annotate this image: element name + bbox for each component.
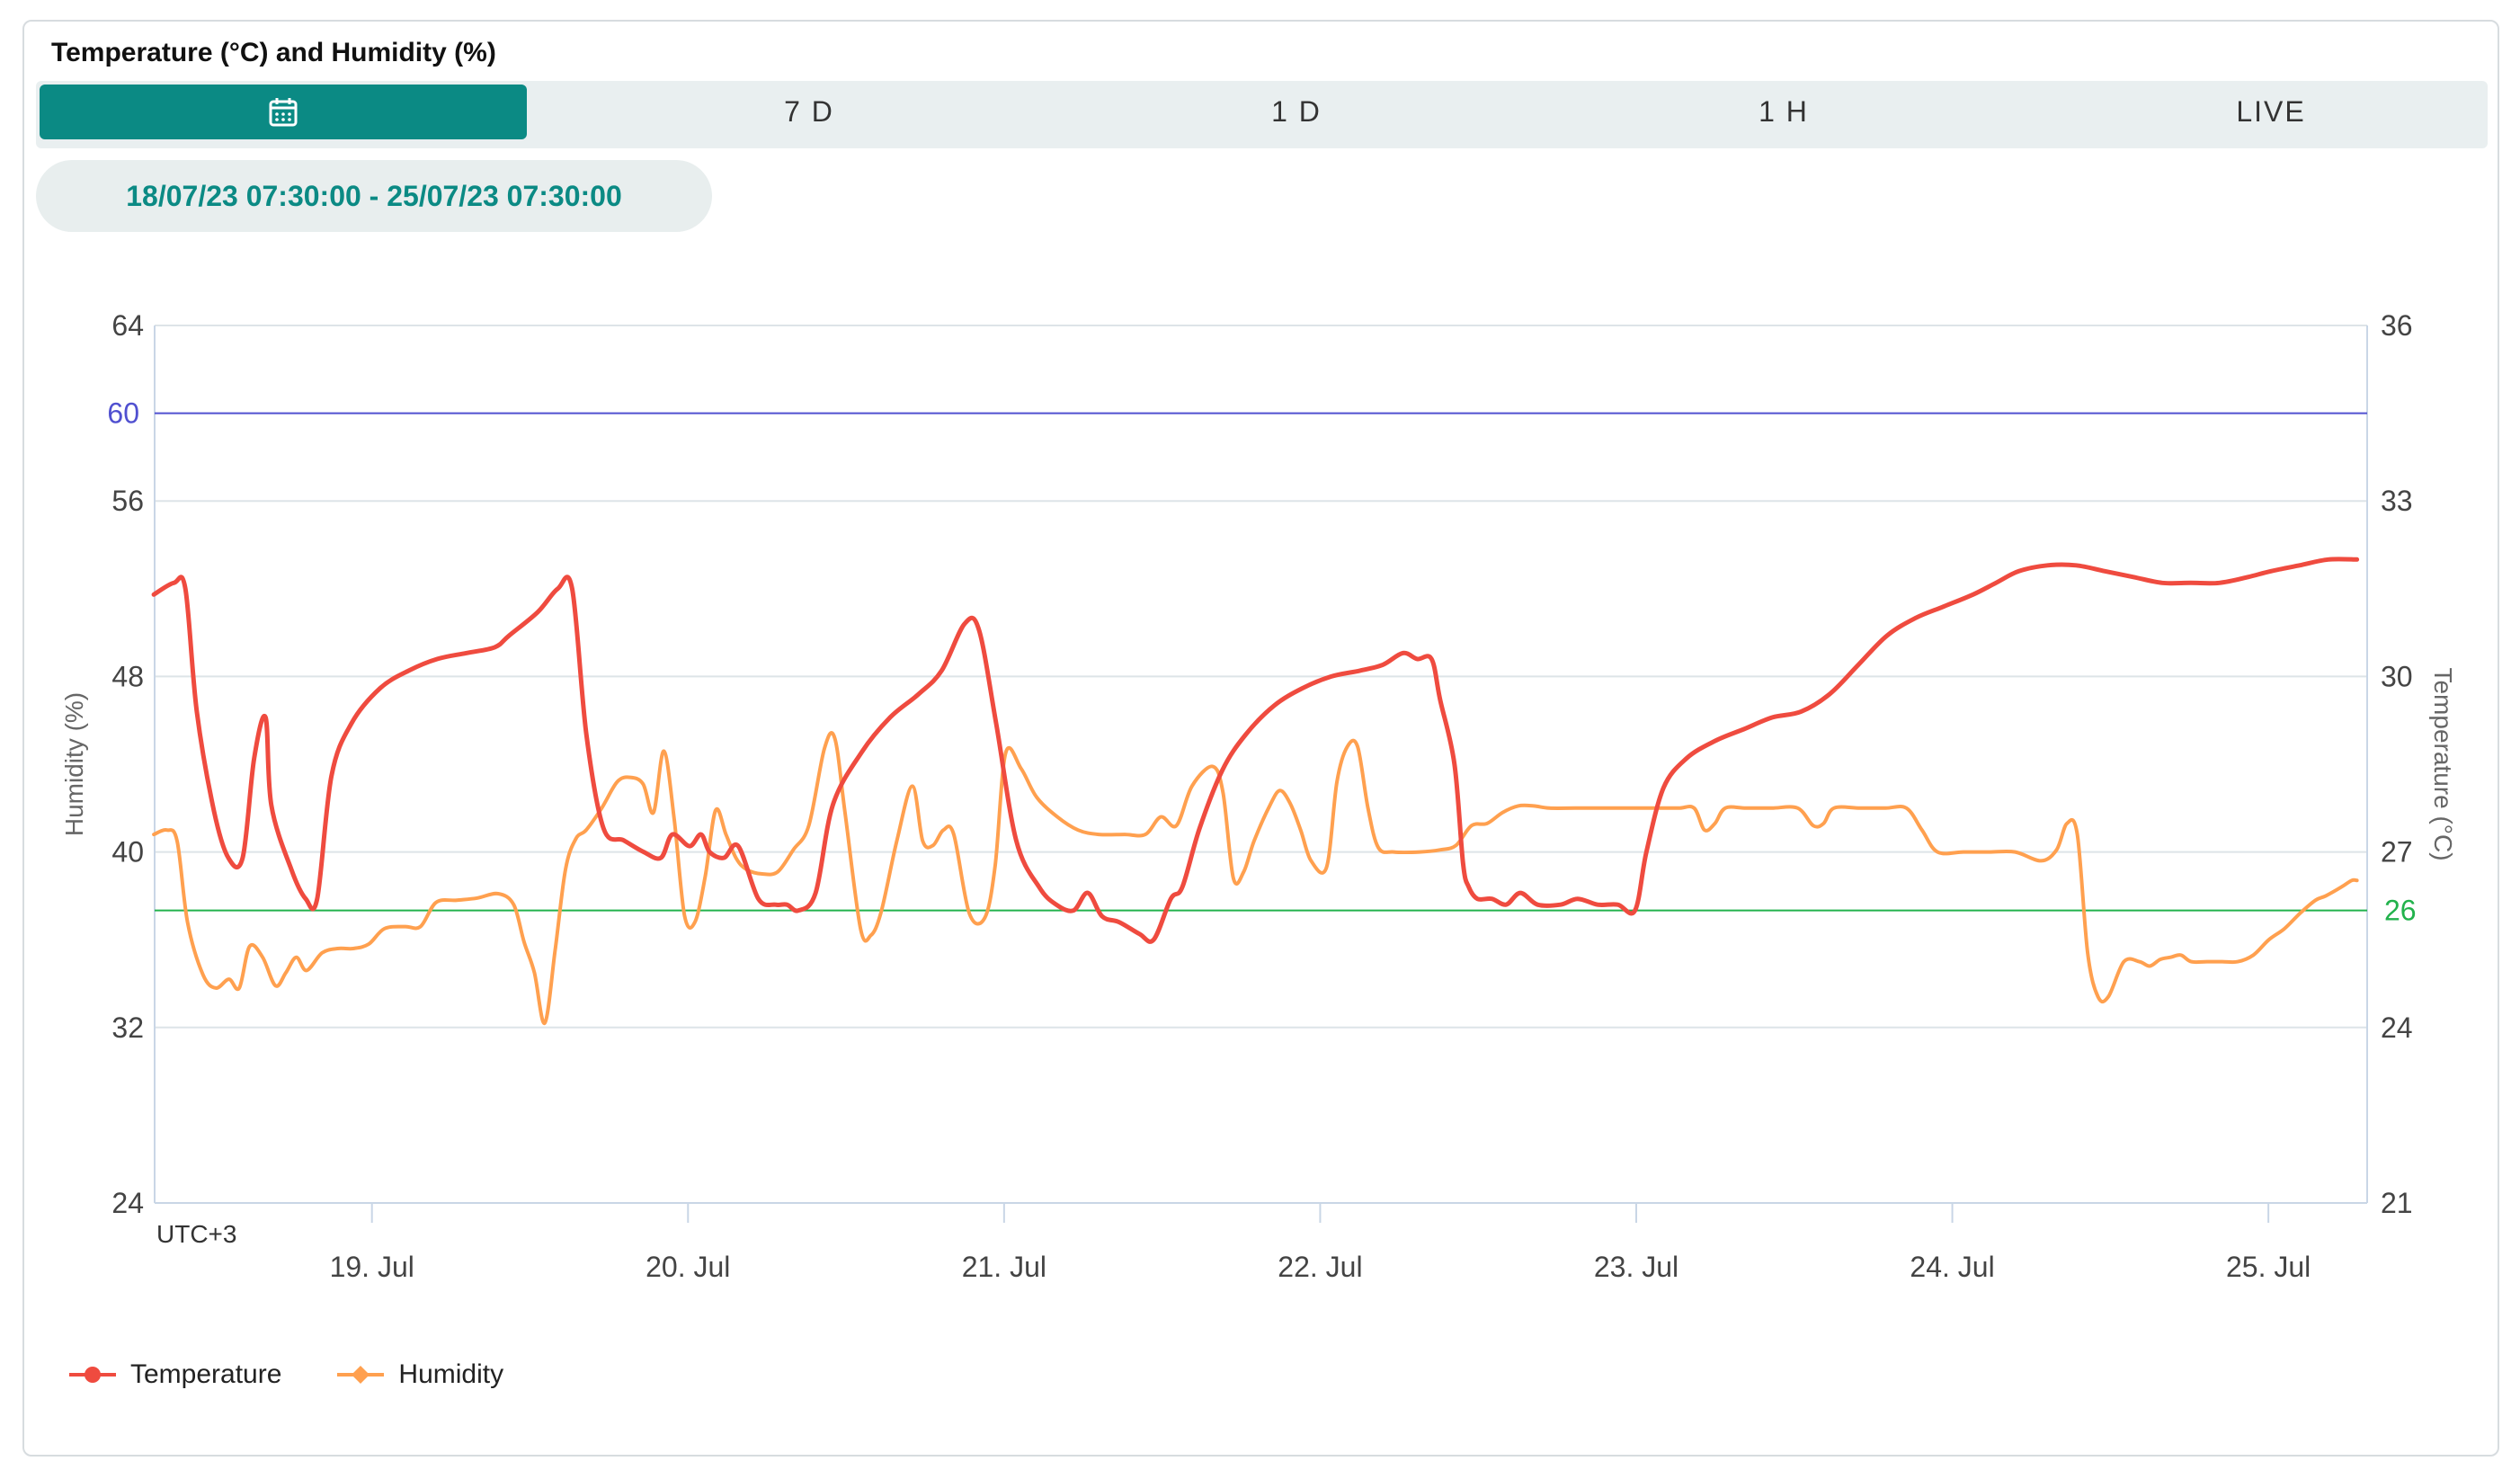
humidity-threshold-label: 60 — [107, 397, 139, 430]
legend-humidity-label: Humidity — [398, 1359, 504, 1389]
series-line-temperature — [151, 557, 2360, 944]
y-right-tick-label: 33 — [2381, 485, 2413, 517]
chart-legend: Temperature Humidity — [67, 1359, 503, 1390]
y-right-tick-label: 36 — [2381, 309, 2413, 342]
x-tick-label: 22. Jul — [1278, 1251, 1362, 1283]
y-left-tick-label: 64 — [111, 309, 144, 342]
x-tick-label: 24. Jul — [1910, 1251, 1994, 1283]
temperature-threshold-label: 26 — [2384, 895, 2417, 927]
y-right-tick-label: 21 — [2381, 1187, 2413, 1219]
y-left-tick-label: 24 — [111, 1187, 144, 1219]
y-right-axis-title: Temperature (°C) — [2429, 667, 2457, 860]
legend-temperature-label: Temperature — [130, 1359, 282, 1389]
y-left-tick-label: 32 — [111, 1011, 144, 1044]
x-tick-label: 23. Jul — [1594, 1251, 1679, 1283]
y-left-tick-label: 48 — [111, 660, 144, 692]
chart-svg: 24 32 40 48 56 64 21 24 27 30 33 36 19. Jul 20. Jul 21… — [60, 309, 2457, 1283]
y-right-tick-label: 27 — [2381, 836, 2413, 869]
series-line-humidity — [152, 731, 2359, 1025]
y-right-tick-label: 30 — [2381, 660, 2413, 692]
legend-item-temperature[interactable]: Temperature — [67, 1359, 281, 1390]
y-left-tick-label: 56 — [111, 485, 144, 517]
timezone-label: UTC+3 — [156, 1220, 236, 1248]
y-left-tick-label: 40 — [111, 836, 144, 869]
y-left-axis-title: Humidity (%) — [60, 692, 88, 836]
x-tick-label: 25. Jul — [2226, 1251, 2311, 1283]
legend-temperature-marker — [69, 1367, 116, 1383]
legend-humidity-marker — [337, 1366, 385, 1384]
x-tick-label: 19. Jul — [330, 1251, 414, 1283]
x-tick-label: 20. Jul — [646, 1251, 730, 1283]
y-right-tick-label: 24 — [2381, 1011, 2413, 1044]
x-tick-label: 21. Jul — [962, 1251, 1046, 1283]
legend-item-humidity[interactable]: Humidity — [335, 1359, 503, 1390]
